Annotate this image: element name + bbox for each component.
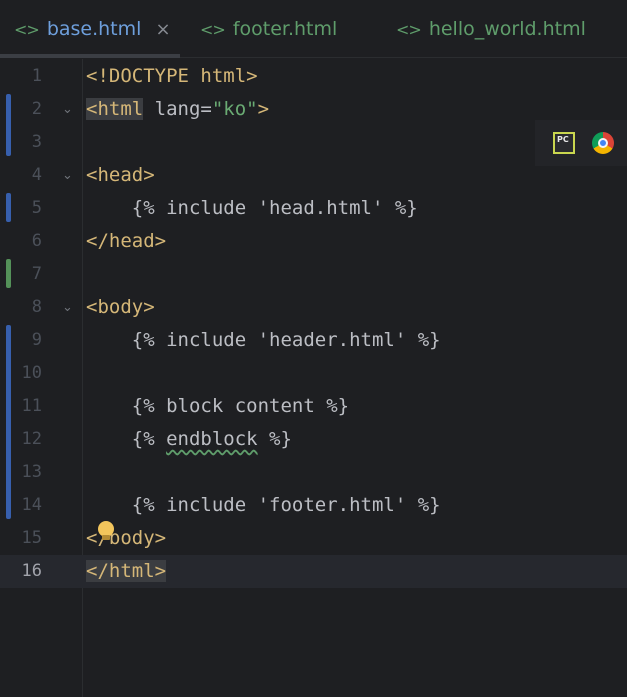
fold-chevron-icon[interactable]: ⌄ — [62, 291, 73, 324]
code-text: <html lang="ko"> — [86, 93, 269, 126]
line-number: 3 — [31, 132, 42, 152]
tab-hello-world-html[interactable]: <> hello_world.html — [396, 0, 586, 58]
code-line: 7 — [0, 258, 627, 291]
line-number: 7 — [31, 264, 42, 284]
html-file-icon: <> — [200, 19, 226, 39]
code-text: {% include 'footer.html' %} — [86, 494, 441, 516]
code-line: 5 {% include 'head.html' %} — [0, 192, 627, 225]
line-number: 9 — [31, 330, 42, 350]
code-text: {% include 'head.html' %} — [86, 197, 418, 219]
tab-base-html[interactable]: <> base.html × — [14, 0, 171, 58]
code-part: %} — [257, 428, 292, 450]
html-file-icon: <> — [396, 19, 422, 39]
code-text: </head> — [86, 230, 167, 252]
chrome-icon[interactable] — [592, 132, 614, 154]
code-line: 8 ⌄ <body> — [0, 291, 627, 324]
line-number: 15 — [21, 528, 42, 548]
code-line: 9 {% include 'header.html' %} — [0, 324, 627, 357]
tab-footer-html[interactable]: <> footer.html — [200, 0, 337, 58]
line-number: 11 — [21, 396, 42, 416]
pycharm-icon[interactable]: PC — [553, 132, 575, 154]
code-line-current: 16 </html> — [0, 555, 627, 588]
editor-tab-bar: <> base.html × <> footer.html <> hello_w… — [0, 0, 627, 58]
lightbulb-icon[interactable] — [98, 521, 114, 540]
code-line: 11 {% block content %} — [0, 390, 627, 423]
tab-label: hello_world.html — [428, 18, 586, 40]
pycharm-label: PC — [557, 135, 569, 144]
code-part: {% — [86, 428, 167, 450]
code-line: 15 </body> — [0, 522, 627, 555]
code-tag: </html> — [86, 560, 167, 582]
code-line: 10 — [0, 357, 627, 390]
code-line: 2 ⌄ <html lang="ko"> — [0, 93, 627, 126]
code-text: <body> — [86, 296, 155, 318]
tab-label: footer.html — [232, 18, 338, 40]
code-line: 13 — [0, 456, 627, 489]
code-line: 1 <!DOCTYPE html> — [0, 60, 627, 93]
line-number: 13 — [21, 462, 42, 482]
line-number: 8 — [31, 297, 42, 317]
code-line: 14 {% include 'footer.html' %} — [0, 489, 627, 522]
line-number: 16 — [21, 561, 42, 581]
code-text: </html> — [86, 555, 167, 588]
line-number: 2 — [31, 99, 42, 119]
code-line: 6 </head> — [0, 225, 627, 258]
code-text: <head> — [86, 164, 155, 186]
html-file-icon: <> — [14, 19, 40, 39]
active-tab-indicator — [0, 54, 180, 58]
code-line: 12 {% endblock %} — [0, 423, 627, 456]
line-number: 14 — [21, 495, 42, 515]
line-number: 12 — [21, 429, 42, 449]
line-number: 6 — [31, 231, 42, 251]
code-line: 4 ⌄ <head> — [0, 159, 627, 192]
code-tag: <html — [86, 98, 144, 120]
code-string: "ko" — [211, 98, 258, 120]
fold-chevron-icon[interactable]: ⌄ — [62, 93, 73, 126]
line-number: 4 — [31, 165, 42, 185]
tab-label: base.html — [46, 18, 142, 40]
close-icon[interactable]: × — [155, 19, 170, 40]
line-number: 10 — [21, 363, 42, 383]
line-number: 1 — [31, 66, 42, 86]
code-text: {% block content %} — [86, 395, 350, 417]
code-text: {% include 'header.html' %} — [86, 329, 441, 351]
fold-chevron-icon[interactable]: ⌄ — [62, 159, 73, 192]
code-attr: lang= — [143, 98, 212, 120]
code-text: <!DOCTYPE html> — [86, 65, 258, 87]
code-line: 3 — [0, 126, 627, 159]
line-number: 5 — [31, 198, 42, 218]
code-tag-end: > — [257, 98, 270, 120]
code-text: {% endblock %} — [86, 423, 292, 456]
typo-warning-word[interactable]: endblock — [166, 428, 258, 450]
